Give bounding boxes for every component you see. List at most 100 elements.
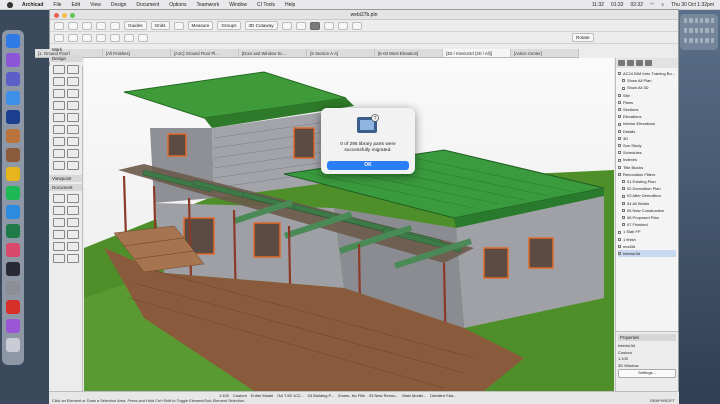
tree-item[interactable]: Sections: [618, 106, 676, 113]
menu-help[interactable]: Help: [285, 2, 295, 8]
tree-item[interactable]: 1 finish: [618, 236, 676, 243]
tree-item[interactable]: Show All 3D: [618, 84, 676, 91]
morph-tool-icon[interactable]: [67, 125, 79, 134]
tree-item[interactable]: 01 Existing Plan: [618, 178, 676, 185]
settings-icon[interactable]: [6, 281, 20, 295]
project-map-icon[interactable]: [618, 60, 625, 66]
render-icon[interactable]: [337, 21, 348, 30]
zoom-window-icon[interactable]: [70, 13, 75, 18]
structure-display-dropdown[interactable]: Custom: [233, 393, 247, 398]
tree-item[interactable]: Interior Elevations: [618, 120, 676, 127]
lamp-tool-icon[interactable]: [67, 161, 79, 170]
tab-action-center[interactable]: [Action Center]: [511, 49, 579, 57]
opening-tool-icon[interactable]: [53, 161, 65, 170]
object-tool-icon[interactable]: [53, 137, 65, 146]
spline-tool-icon[interactable]: [53, 254, 65, 263]
app-pink-icon[interactable]: [6, 243, 20, 257]
tree-item[interactable]: Title Blocks: [618, 164, 676, 171]
pencil-tool-icon[interactable]: [82, 33, 92, 42]
tree-item[interactable]: 1 Slab FP: [618, 228, 676, 235]
trash-icon[interactable]: [6, 338, 20, 352]
model-filter-dropdown[interactable]: Entire Model: [251, 393, 273, 398]
3d-cutaway-button[interactable]: 3D Cutaway: [244, 21, 278, 30]
teams-icon[interactable]: [6, 72, 20, 86]
tree-item[interactable]: 05 New Construction: [618, 207, 676, 214]
railing-tool-icon[interactable]: [67, 113, 79, 122]
wall-tool-icon[interactable]: [53, 65, 65, 74]
renovation-filter-dropdown[interactable]: 03 New Renov...: [369, 393, 398, 398]
redo-icon[interactable]: [110, 21, 120, 30]
layout-icon[interactable]: [323, 21, 334, 30]
drawing-tool-icon[interactable]: [53, 242, 65, 251]
column-tool-icon[interactable]: [67, 77, 79, 86]
measure-button[interactable]: Measure: [187, 21, 214, 30]
design-header[interactable]: Design: [49, 55, 82, 62]
snap-icon[interactable]: [173, 21, 184, 30]
mail-icon[interactable]: [6, 91, 20, 105]
groups-button[interactable]: Groups: [217, 21, 241, 30]
tab-ground-floor-plan[interactable]: [A1C] Ground Floor Pl...: [171, 49, 239, 57]
search-icon[interactable]: ⌕: [661, 2, 664, 8]
menu-file[interactable]: File: [53, 2, 61, 8]
photo-app-icon[interactable]: [6, 129, 20, 143]
tree-item[interactable]: 04 All Works: [618, 200, 676, 207]
tab-section-a-a[interactable]: [S Section A-A]: [307, 49, 375, 57]
marquee-tool-icon[interactable]: [68, 33, 78, 42]
tab-door-window-schedule[interactable]: [Door and Window Sc...: [239, 49, 307, 57]
shell-tool-icon[interactable]: [67, 101, 79, 110]
roof-tool-icon[interactable]: [53, 101, 65, 110]
tree-item[interactable]: 07 Finished: [618, 221, 676, 228]
tab-west-elevation[interactable]: [E-04 West Elevation]: [375, 49, 443, 57]
tree-item[interactable]: 03 After Demolition: [618, 192, 676, 199]
files-icon[interactable]: [6, 110, 20, 124]
menu-document[interactable]: Document: [136, 2, 159, 8]
tree-item[interactable]: Renovation Filters: [618, 171, 676, 178]
beam-tool-icon[interactable]: [53, 89, 65, 98]
scale-dropdown[interactable]: 1:100: [219, 393, 229, 398]
clock[interactable]: Thu 30 Oct 1:32pm: [671, 2, 714, 8]
minimize-window-icon[interactable]: [62, 13, 67, 18]
pdf-icon[interactable]: [6, 300, 20, 314]
find-select-icon[interactable]: [295, 21, 306, 30]
apple-menu-icon[interactable]: [7, 2, 13, 8]
mirror-icon[interactable]: [124, 33, 134, 42]
menu-edit[interactable]: Edit: [71, 2, 80, 8]
layout-book-icon[interactable]: [636, 60, 643, 66]
graphic-override-dropdown[interactable]: Zones- No Fills: [338, 393, 365, 398]
folder-icon[interactable]: [6, 319, 20, 333]
excel-icon[interactable]: [6, 224, 20, 238]
chrome-icon[interactable]: [6, 167, 20, 181]
skylight-tool-icon[interactable]: [67, 149, 79, 158]
magic-wand-icon[interactable]: [96, 33, 106, 42]
properties-header[interactable]: Properties: [618, 334, 676, 341]
tree-item[interactable]: Schedules: [618, 149, 676, 156]
tree-item[interactable]: Show All Plan: [618, 77, 676, 84]
text-tool-icon[interactable]: [53, 206, 65, 215]
tree-item-selected[interactable]: Interior3d: [618, 250, 676, 258]
slab-tool-icon[interactable]: [67, 89, 79, 98]
label-tool-icon[interactable]: [67, 206, 79, 215]
tree-item[interactable]: mod3d: [618, 243, 676, 250]
window-tool-icon[interactable]: [53, 77, 65, 86]
tree-item[interactable]: 3D: [618, 135, 676, 142]
line-tool-icon[interactable]: [67, 218, 79, 227]
launchpad-icon[interactable]: [6, 53, 20, 67]
hotspot-tool-icon[interactable]: [67, 254, 79, 263]
dimension-tool-icon[interactable]: [53, 194, 65, 203]
tree-item[interactable]: Sun Study: [618, 142, 676, 149]
tree-item[interactable]: 02 Demolition Plan: [618, 185, 676, 192]
building-photo-icon[interactable]: [6, 148, 20, 162]
menu-ci-tools[interactable]: CI Tools: [257, 2, 275, 8]
finder-icon[interactable]: [6, 34, 20, 48]
view-mode-icon[interactable]: [309, 21, 320, 30]
model-view-dropdown[interactable]: Main Model...: [402, 393, 426, 398]
tree-item[interactable]: Details: [618, 128, 676, 135]
app-menu[interactable]: Archicad: [22, 2, 43, 8]
app-d-icon[interactable]: [6, 205, 20, 219]
new-file-icon[interactable]: [54, 21, 64, 30]
pen-set-dropdown[interactable]: GA T-50 1C2...: [277, 393, 303, 398]
menu-view[interactable]: View: [90, 2, 101, 8]
ok-button[interactable]: OK: [327, 161, 409, 170]
save-icon[interactable]: [82, 21, 92, 30]
tree-item[interactable]: Site: [618, 92, 676, 99]
